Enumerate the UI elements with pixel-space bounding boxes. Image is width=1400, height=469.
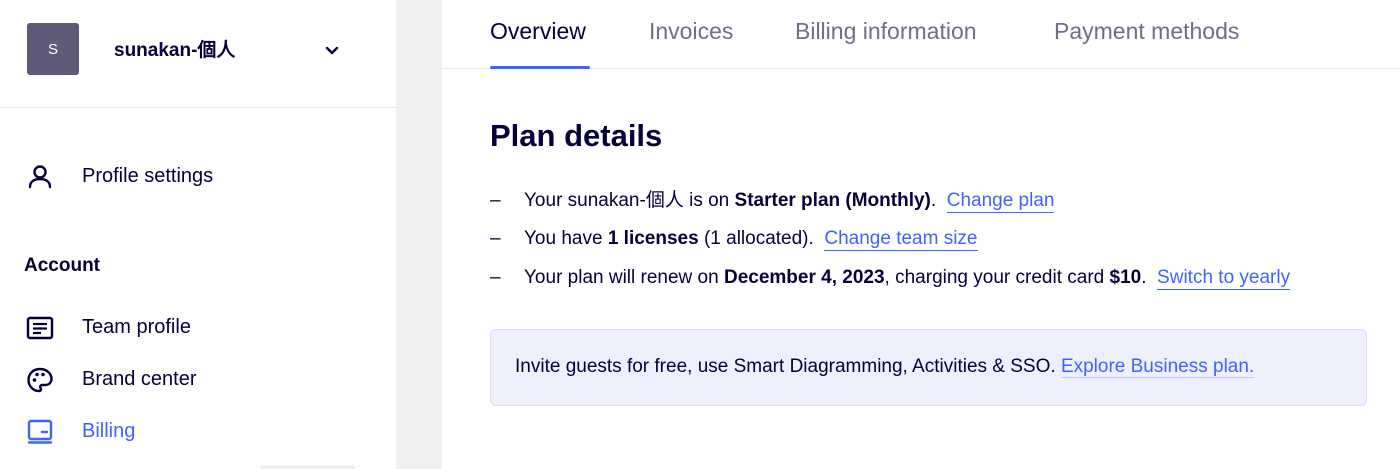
- bullet-dash: –: [490, 267, 501, 288]
- sidebar-item-team-profile[interactable]: Team profile: [0, 307, 396, 347]
- user-icon: [28, 165, 52, 189]
- tab-overview[interactable]: Overview: [490, 18, 586, 45]
- team-name: sunakan-個人: [114, 40, 236, 61]
- renewal-text-suffix: .: [1141, 267, 1147, 288]
- plan-line-licenses: – You have 1 licenses (1 allocated). Chan…: [490, 228, 978, 251]
- sidebar-item-label: Brand center: [82, 367, 197, 390]
- team-switcher[interactable]: S sunakan-個人: [0, 0, 396, 108]
- tab-invoices[interactable]: Invoices: [649, 18, 733, 45]
- sidebar-item-label: Billing: [82, 419, 136, 442]
- tab-bar: Overview Invoices Billing information Pa…: [442, 0, 1400, 69]
- sidebar-item-profile-settings[interactable]: Profile settings: [0, 156, 396, 196]
- tab-billing-information[interactable]: Billing information: [795, 18, 977, 45]
- main-panel: Overview Invoices Billing information Pa…: [442, 0, 1400, 469]
- bullet-dash: –: [490, 228, 501, 249]
- plan-text-suffix: .: [930, 190, 937, 211]
- sidebar: S sunakan-個人 Profile settings Account Te…: [0, 0, 396, 469]
- team-avatar: S: [27, 23, 79, 75]
- renewal-text: Your plan will renew on: [524, 267, 724, 288]
- banner-text-container: Invite guests for free, use Smart Diagra…: [515, 356, 1255, 378]
- bullet-dash: –: [490, 190, 501, 211]
- renewal-text-middle: , charging your credit card: [884, 267, 1110, 288]
- licenses-count: 1 licenses: [607, 228, 699, 249]
- business-plan-banner: Invite guests for free, use Smart Diagra…: [490, 329, 1367, 406]
- explore-business-plan-link[interactable]: Explore Business plan.: [1060, 356, 1255, 378]
- plan-text: Your sunakan-個人 is on: [524, 190, 735, 211]
- palette-icon: [27, 367, 53, 393]
- licenses-text: You have: [524, 228, 608, 249]
- change-plan-link[interactable]: Change plan: [946, 190, 1055, 213]
- id-card-icon: [26, 316, 54, 340]
- billing-icon: [27, 419, 53, 444]
- page-title: Plan details: [490, 118, 663, 153]
- sidebar-item-brand-center[interactable]: Brand center: [0, 359, 396, 399]
- sidebar-item-label: Profile settings: [82, 164, 214, 187]
- sidebar-item-billing[interactable]: Billing: [0, 411, 396, 451]
- section-title-account: Account: [24, 255, 100, 276]
- plan-name: Starter plan (Monthly): [734, 190, 931, 211]
- switch-to-yearly-link[interactable]: Switch to yearly: [1157, 267, 1291, 290]
- plan-line-plan: – Your sunakan-個人 is on Starter plan (Mon…: [490, 185, 1055, 213]
- sidebar-scrollbar[interactable]: [260, 465, 355, 469]
- chevron-down-icon[interactable]: [322, 40, 342, 60]
- renewal-amount: $10: [1109, 267, 1142, 288]
- banner-text: Invite guests for free, use Smart Diagra…: [515, 356, 1061, 377]
- licenses-text-suffix: (1 allocated).: [698, 228, 814, 249]
- plan-line-renewal: – Your plan will renew on December 4, 202…: [490, 267, 1291, 290]
- sidebar-item-label: Team profile: [82, 315, 191, 338]
- active-tab-indicator: [490, 66, 590, 69]
- renewal-date: December 4, 2023: [723, 267, 885, 288]
- tab-payment-methods[interactable]: Payment methods: [1054, 18, 1239, 45]
- change-team-size-link[interactable]: Change team size: [824, 228, 978, 251]
